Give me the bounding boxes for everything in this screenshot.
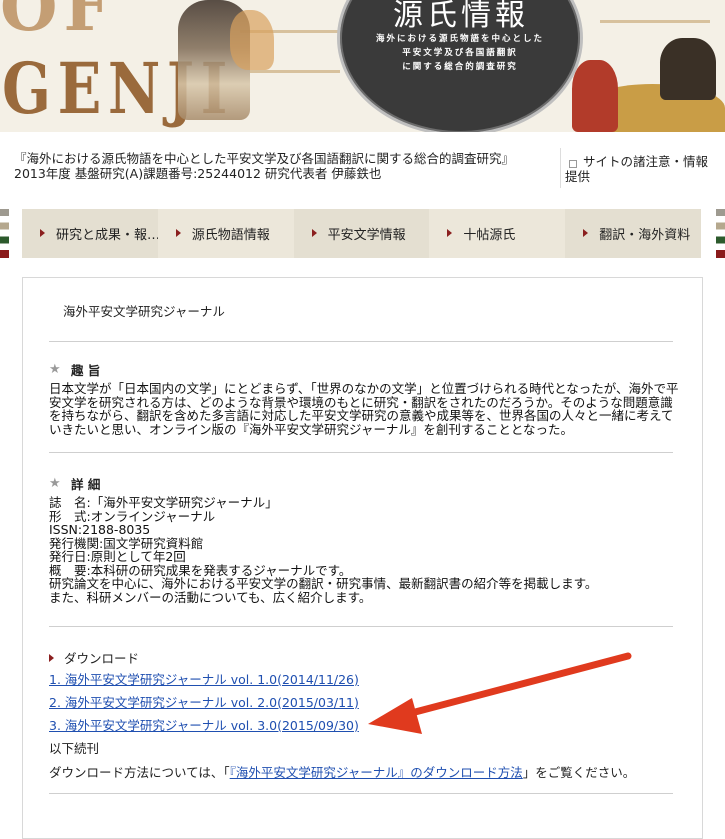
- triangle-right-icon: [49, 653, 54, 662]
- section-heading-download: ダウンロード: [49, 648, 139, 667]
- nav-item-label: 翻訳・海外資料: [599, 228, 691, 243]
- illustration-figure: [660, 38, 716, 100]
- divider: [49, 452, 673, 453]
- nav-item-genji-info[interactable]: 源氏物語情報: [157, 209, 294, 258]
- triangle-right-icon: [311, 229, 317, 237]
- triangle-right-icon: [175, 229, 181, 237]
- logo-text-of: OF: [0, 0, 117, 46]
- download-method-link[interactable]: 『海外平安文学研究ジャーナル』のダウンロード方法: [230, 765, 523, 780]
- divider: [49, 341, 673, 342]
- download-link-vol1[interactable]: 1. 海外平安文学研究ジャーナル vol. 1.0(2014/11/26): [49, 669, 359, 688]
- site-banner[interactable]: OF GENJI 源氏情報 海外における源氏物語を中心とした 平安文学及び各国語…: [0, 0, 725, 132]
- download-link-vol3[interactable]: 3. 海外平安文学研究ジャーナル vol. 3.0(2015/09/30): [49, 715, 359, 734]
- section-heading-label: 詳 細: [71, 477, 101, 492]
- section-heading-label: ダウンロード: [64, 651, 140, 666]
- notice-link-box[interactable]: サイトの諸注意・情報提供: [560, 148, 721, 188]
- download-method-note: ダウンロード方法については、「『海外平安文学研究ジャーナル』のダウンロード方法」…: [49, 762, 635, 781]
- seal-title: 源氏情報: [393, 0, 529, 33]
- nav-item-label: 平安文学情報: [327, 228, 406, 243]
- content-panel: 海外平安文学研究ジャーナル ★ 趣 旨 日本文学が「日本国内の文学」にとどまらず…: [22, 277, 703, 839]
- nav-item-translations[interactable]: 翻訳・海外資料: [565, 209, 701, 258]
- detail-line: 形 式:オンラインジャーナル: [49, 508, 216, 524]
- project-title: 『海外における源氏物語を中心とした平安文学及び各国語翻訳に関する総合的調査研究』: [14, 151, 515, 166]
- method-note-suffix: 」をご覧ください。: [522, 765, 636, 780]
- main-nav: 研究と成果・報… 源氏物語情報 平安文学情報 十帖源氏 翻訳・海外資料: [22, 209, 701, 258]
- seal-subtitle: に関する総合的調査研究: [402, 62, 518, 72]
- detail-line: 概 要:本科研の研究成果を発表するジャーナルです。: [49, 562, 352, 578]
- triangle-right-icon: [40, 229, 45, 237]
- red-arrow-annotation: [368, 652, 632, 734]
- project-info: 『海外における源氏物語を中心とした平安文学及び各国語翻訳に関する総合的調査研究』…: [14, 151, 514, 181]
- page-title: 海外平安文学研究ジャーナル: [63, 304, 225, 319]
- detail-line: 誌 名:「海外平安文学研究ジャーナル」: [49, 495, 278, 510]
- details-list: 誌 名:「海外平安文学研究ジャーナル」 形 式:オンラインジャーナル ISSN:…: [49, 496, 681, 604]
- nav-item-research[interactable]: 研究と成果・報…: [22, 209, 158, 258]
- decorative-stroke: [250, 70, 340, 73]
- notice-link[interactable]: サイトの諸注意・情報提供: [565, 154, 715, 184]
- nav-item-heian-info[interactable]: 平安文学情報: [293, 209, 430, 258]
- seal-subtitle: 平安文学及び各国語翻訳: [402, 48, 518, 58]
- decorative-stripe: [0, 209, 9, 258]
- detail-line: ISSN:2188-8035: [49, 522, 151, 537]
- triangle-right-icon: [447, 229, 453, 237]
- section-heading-purpose: ★ 趣 旨: [49, 360, 100, 379]
- decorative-stripe: [716, 209, 725, 258]
- detail-line: 研究論文を中心に、海外における平安文学の翻訳・研究事情、最新翻訳書の紹介等を掲載…: [49, 576, 598, 591]
- seal-subtitle: 海外における源氏物語を中心とした: [375, 34, 544, 44]
- decorative-stroke: [600, 20, 710, 23]
- nav-item-label: 研究と成果・報…: [56, 228, 158, 243]
- continued-note: 以下続刊: [49, 741, 100, 756]
- illustration-figure: [572, 60, 618, 132]
- arrow-head: [368, 698, 422, 734]
- section-heading-details: ★ 詳 細: [49, 474, 100, 493]
- detail-line: 発行日:原則として年2回: [49, 549, 186, 564]
- divider: [49, 626, 673, 627]
- method-note-prefix: ダウンロード方法については、「: [49, 765, 230, 780]
- detail-line: また、科研メンバーの活動についても、広く紹介します。: [49, 589, 372, 605]
- project-grant: 2013年度 基盤研究(A)課題番号:25244012 研究代表者 伊藤鉄也: [14, 166, 382, 181]
- triangle-right-icon: [583, 229, 589, 237]
- detail-line: 発行機関:国文学研究資料館: [49, 535, 204, 551]
- section-heading-label: 趣 旨: [71, 363, 101, 378]
- nav-item-jujo-genji[interactable]: 十帖源氏: [429, 209, 566, 258]
- illustration-figure: [230, 10, 274, 70]
- nav-item-label: 十帖源氏: [463, 228, 516, 243]
- star-icon: ★: [49, 361, 61, 377]
- star-icon: ★: [49, 475, 61, 491]
- arrow-shaft: [396, 652, 632, 720]
- download-link-vol2[interactable]: 2. 海外平安文学研究ジャーナル vol. 2.0(2015/03/11): [49, 692, 359, 711]
- nav-item-label: 源氏物語情報: [191, 228, 270, 243]
- divider: [49, 793, 673, 794]
- purpose-text: 日本文学が「日本国内の文学」にとどまらず、「世界のなかの文学」と位置づけられる時…: [49, 381, 679, 437]
